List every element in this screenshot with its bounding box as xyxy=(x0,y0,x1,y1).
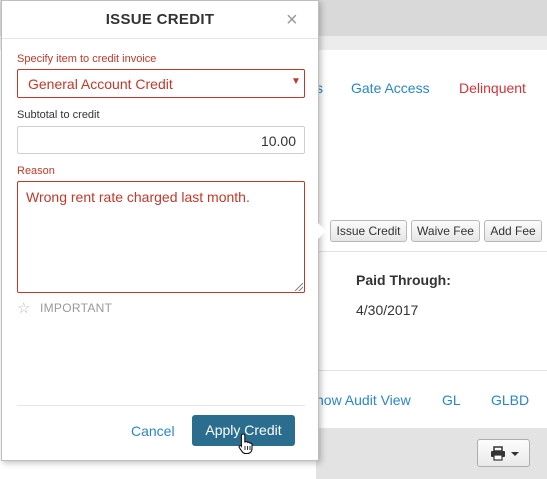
modal-title: ISSUE CREDIT xyxy=(105,11,215,28)
add-fee-button[interactable]: Add Fee xyxy=(484,220,542,242)
paid-through-label: Paid Through: xyxy=(356,272,451,288)
show-audit-view-link[interactable]: how Audit View xyxy=(316,392,411,408)
account-panel xyxy=(316,251,547,371)
caret-down-icon: ▼ xyxy=(291,76,301,87)
title-divider xyxy=(2,38,318,39)
paid-through-value: 4/30/2017 xyxy=(356,302,419,318)
print-button[interactable] xyxy=(477,439,530,467)
chevron-down-icon xyxy=(511,452,519,456)
tab-gate-access[interactable]: Gate Access xyxy=(351,80,430,96)
subtotal-label: Subtotal to credit xyxy=(17,109,100,121)
subtotal-value: 10.00 xyxy=(260,133,296,149)
hand-cursor-icon xyxy=(238,433,253,455)
important-label[interactable]: IMPORTANT xyxy=(40,301,112,315)
issue-credit-modal: ISSUE CREDIT × Specify item to credit in… xyxy=(1,0,319,461)
reason-textarea[interactable]: Wrong rent rate charged last month. xyxy=(17,181,305,293)
glbd-link[interactable]: GLBD xyxy=(491,392,529,408)
reason-text: Wrong rent rate charged last month. xyxy=(26,189,250,205)
tab-delinquent[interactable]: Delinquent xyxy=(459,80,526,96)
subtotal-input[interactable]: 10.00 xyxy=(17,126,305,154)
printer-icon xyxy=(491,446,505,461)
cancel-button[interactable]: Cancel xyxy=(131,423,175,439)
star-icon[interactable]: ☆ xyxy=(17,299,30,317)
popover-arrow xyxy=(317,222,326,240)
reason-label: Reason xyxy=(17,165,55,177)
item-select-value: General Account Credit xyxy=(28,76,173,92)
gl-link[interactable]: GL xyxy=(442,392,461,408)
close-icon[interactable]: × xyxy=(286,10,298,30)
item-select[interactable]: General Account Credit ▼ xyxy=(17,69,305,98)
waive-fee-button[interactable]: Waive Fee xyxy=(411,220,480,242)
resize-handle-icon[interactable] xyxy=(295,283,303,291)
issue-credit-button[interactable]: Issue Credit xyxy=(330,220,407,242)
footer-divider xyxy=(17,405,305,406)
item-label: Specify item to credit invoice xyxy=(17,53,157,65)
